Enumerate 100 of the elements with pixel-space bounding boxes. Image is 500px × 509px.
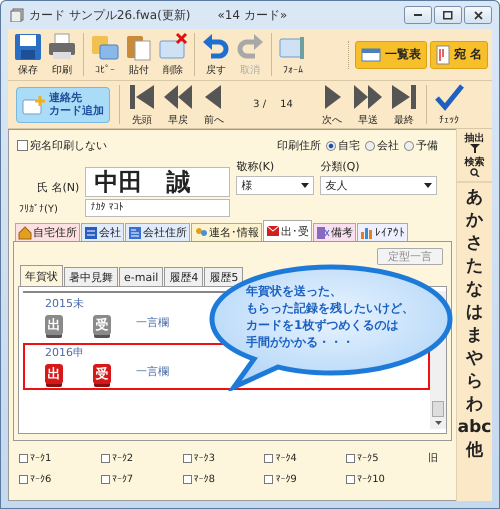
greeting-tab[interactable]: 暑中見舞 (64, 267, 118, 286)
skip-first-button[interactable]: 先頭 (125, 82, 159, 127)
current-card-number: 3 / (253, 99, 266, 110)
name-label: 氏 名(N) (36, 180, 80, 195)
card-delete-button[interactable]: 削除 (157, 32, 189, 77)
address-view-button[interactable]: 宛 名 (430, 40, 488, 68)
furigana-field[interactable]: ﾅｶﾀ ﾏｺﾄ (85, 199, 230, 217)
mark-checkbox[interactable]: ﾏｰｸ10 (346, 473, 428, 485)
card-count: «14 カード» (217, 6, 288, 24)
received-stamp[interactable]: 受 (93, 364, 111, 384)
old-label: 旧 (428, 452, 439, 465)
index-key[interactable]: さ (466, 233, 483, 253)
section-tab[interactable]: 連名･情報 (191, 223, 262, 241)
furigana-label: ﾌﾘｶﾞﾅ(Y) (19, 203, 59, 215)
scroll-down-icon (434, 421, 442, 425)
year-label: 2016申 (45, 346, 84, 359)
window-title: カード サンプル26.fwa(更新) (29, 6, 190, 24)
minimize-button[interactable] (404, 6, 432, 24)
undo-arrow-button[interactable]: 戻す (200, 32, 232, 77)
fast-forward-button[interactable]: 早送 (351, 82, 385, 127)
greeting-tab[interactable]: e-mail (119, 267, 164, 286)
greeting-tab[interactable]: 履歴4 (164, 267, 204, 286)
checkmark-button[interactable]: ﾁｪｯｸ (432, 83, 466, 126)
greeting-tab[interactable]: 年賀状 (20, 265, 63, 286)
form-wrench-button[interactable]: ﾌｫｰﾑ (277, 33, 309, 76)
dropdown-arrow-icon (301, 183, 310, 188)
honorific-label: 敬称(K) (236, 159, 276, 174)
note-label: 一言欄 (136, 364, 169, 379)
section-tab[interactable]: 出･受 (263, 220, 312, 241)
honorific-dropdown[interactable]: 様 (236, 176, 314, 195)
printer-button[interactable]: 印刷 (46, 32, 78, 77)
skip-first-icon (127, 82, 157, 112)
postcard-icon (436, 44, 450, 64)
no-address-print-checkbox[interactable]: 宛名印刷しない (17, 138, 107, 153)
close-icon (474, 10, 482, 20)
skip-last-button[interactable]: 最終 (387, 82, 421, 127)
maximize-icon (443, 10, 453, 20)
search-button[interactable]: 検索 (464, 157, 484, 177)
index-key[interactable]: や (466, 348, 483, 368)
card-copy-button[interactable]: ｺﾋﾟｰ (89, 33, 121, 76)
index-key[interactable]: か (466, 210, 483, 230)
printer-icon (47, 32, 77, 62)
skip-last-icon (389, 82, 419, 112)
mark-checkbox[interactable]: ﾏｰｸ2 (100, 451, 183, 465)
add-card-button[interactable]: 連絡先 カード追加 (16, 86, 110, 122)
mark-checkbox[interactable]: ﾏｰｸ4 (264, 451, 346, 465)
section-tab[interactable]: 会社住所 (125, 223, 190, 241)
category-label: 分類(Q) (320, 159, 361, 174)
address-radio-option[interactable]: 自宅 (326, 138, 360, 153)
section-tab[interactable]: ﾚｲｱｳﾄ (357, 223, 408, 241)
greeting-tab[interactable]: 履歴5 (204, 267, 244, 286)
mark-checkbox[interactable]: ﾏｰｸ1 (19, 451, 101, 465)
scrollbar-thumb[interactable] (432, 401, 444, 417)
index-key[interactable]: 他 (466, 440, 483, 460)
section-tab[interactable]: 会社 (81, 223, 124, 241)
print-address-label: 印刷住所 (277, 138, 321, 153)
year-label: 2015未 (45, 297, 84, 310)
floppy-disk-button[interactable]: 保存 (12, 32, 44, 77)
mark-checkbox[interactable]: ﾏｰｸ6 (19, 473, 101, 485)
mark-checkbox[interactable]: ﾏｰｸ5 (346, 451, 428, 465)
category-dropdown[interactable]: 友人 (320, 176, 438, 195)
index-key[interactable]: ま (466, 325, 483, 345)
rewind-button[interactable]: 早戻 (161, 82, 195, 127)
index-key[interactable]: わ (466, 394, 483, 414)
index-key[interactable]: た (466, 256, 483, 276)
index-key[interactable]: ら (466, 371, 483, 391)
mark-checkbox[interactable]: ﾏｰｸ7 (100, 473, 183, 485)
minimize-icon (414, 14, 422, 16)
previous-button[interactable]: 前へ (197, 82, 231, 127)
sent-stamp[interactable]: 出 (45, 364, 63, 384)
envelope-icon (266, 224, 280, 238)
next-button[interactable]: 次へ (315, 82, 349, 127)
mark-checkbox[interactable]: ﾏｰｸ3 (182, 451, 264, 465)
tooltip-text: 年賀状を送った、 もらった記録を残したいけど、 カードを1枚ずつめくるのは 手間がかかる・・・ (246, 283, 414, 351)
filter-icon (470, 144, 480, 153)
index-key[interactable]: abc (458, 417, 492, 437)
section-tab[interactable]: 備考 (313, 223, 356, 241)
address-radio-option[interactable]: 予備 (404, 138, 438, 153)
search-icon (470, 168, 480, 177)
address-radio-option[interactable]: 会社 (365, 138, 399, 153)
list-view-button[interactable]: 一覧表 (354, 40, 427, 68)
maximize-button[interactable] (434, 6, 462, 24)
name-field[interactable]: 中田 誠 (85, 167, 230, 197)
dropdown-arrow-icon (424, 183, 432, 188)
clipboard-button[interactable]: 貼付 (123, 32, 155, 77)
checkmark-icon (434, 83, 464, 113)
note-label: 一言欄 (136, 315, 169, 330)
note-icon (316, 226, 330, 240)
mark-checkbox[interactable]: ﾏｰｸ9 (264, 473, 346, 485)
index-key[interactable]: は (466, 302, 483, 322)
close-button[interactable] (464, 6, 492, 24)
table-icon (360, 48, 381, 62)
card-plus-icon (22, 94, 46, 114)
filter-button[interactable]: 抽出 (464, 133, 484, 153)
index-key[interactable]: な (466, 279, 483, 299)
mark-checkbox[interactable]: ﾏｰｸ8 (182, 473, 264, 485)
total-card-count: 14 (280, 99, 293, 110)
index-key[interactable]: あ (466, 187, 483, 207)
section-tab[interactable]: 自宅住所 (15, 223, 80, 241)
app-icon (10, 8, 24, 22)
